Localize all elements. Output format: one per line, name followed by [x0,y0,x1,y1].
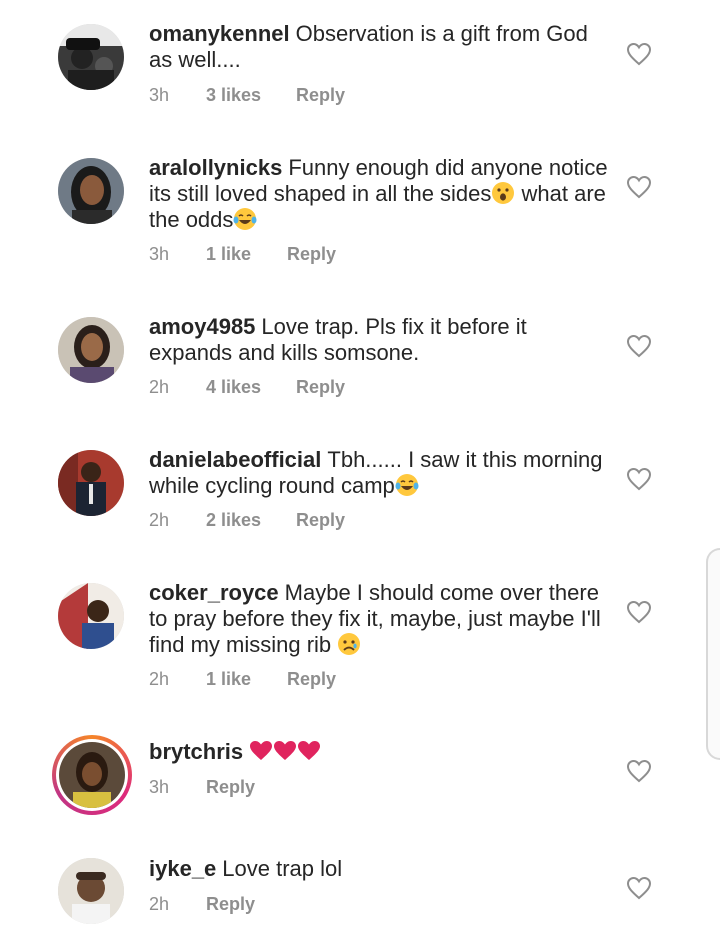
likes-count[interactable]: 1 like [206,244,287,265]
likes-count[interactable]: 1 like [206,669,287,690]
avatar[interactable] [58,317,124,383]
heart-outline-icon[interactable] [626,175,652,199]
comment-text: danielabeofficial Tbh...... I saw it this… [149,447,609,499]
comment-text: brytchris [149,739,609,765]
comment-time: 3h [149,777,170,797]
reply-button[interactable]: Reply [206,777,255,798]
avatar[interactable] [58,583,124,649]
comment-meta: 2h 2 likes Reply [149,510,345,531]
red-heart-emoji [274,741,297,760]
heart-outline-icon[interactable] [626,876,652,900]
comment-meta: 3h 3 likes Reply [149,85,345,106]
comment-time: 2h [149,377,170,397]
avatar-story-ring[interactable] [52,735,132,815]
tears-of-joy-emoji [233,208,257,230]
comment-time: 2h [149,894,170,914]
comments-list: omanykennel Observation is a gift from Go… [0,0,720,927]
comment-time: 3h [149,244,170,264]
reply-button[interactable]: Reply [296,85,345,106]
username[interactable]: brytchris [149,739,243,764]
comment-text: amoy4985 Love trap. Pls fix it before it … [149,314,609,366]
comment-text: omanykennel Observation is a gift from Go… [149,21,609,73]
reply-button[interactable]: Reply [287,244,336,265]
comment-time: 3h [149,85,170,105]
reply-button[interactable]: Reply [296,377,345,398]
comment-time: 2h [149,510,170,530]
heart-outline-icon[interactable] [626,42,652,66]
username[interactable]: iyke_e [149,856,216,881]
avatar[interactable] [58,858,124,924]
avatar[interactable] [58,158,124,224]
comment-meta: 2h Reply [149,894,255,915]
comment-meta: 2h 4 likes Reply [149,377,345,398]
username[interactable]: danielabeofficial [149,447,321,472]
reply-button[interactable]: Reply [296,510,345,531]
username[interactable]: coker_royce [149,580,279,605]
avatar[interactable] [58,24,124,90]
likes-count[interactable]: 3 likes [206,85,296,106]
comment-meta: 3h Reply [149,777,255,798]
red-heart-emoji [298,741,321,760]
sad-face-emoji [338,633,361,655]
likes-count[interactable]: 2 likes [206,510,296,531]
comment-time: 2h [149,669,170,689]
comment-text: iyke_e Love trap lol [149,856,609,882]
comment-meta: 2h 1 like Reply [149,669,336,690]
reply-button[interactable]: Reply [206,894,255,915]
heart-outline-icon[interactable] [626,467,652,491]
reply-button[interactable]: Reply [287,669,336,690]
comment-meta: 3h 1 like Reply [149,244,336,265]
comment-text: coker_royce Maybe I should come over ther… [149,580,609,658]
username[interactable]: omanykennel [149,21,290,46]
heart-outline-icon[interactable] [626,600,652,624]
tears-of-joy-emoji [395,474,419,496]
heart-outline-icon[interactable] [626,759,652,783]
username[interactable]: aralollynicks [149,155,282,180]
red-heart-emoji [250,741,273,760]
avatar[interactable] [58,450,124,516]
comment-text: aralollynicks Funny enough did anyone not… [149,155,609,233]
scroll-handle[interactable] [706,548,720,760]
likes-count[interactable]: 4 likes [206,377,296,398]
comment-body: Love trap lol [222,856,343,881]
username[interactable]: amoy4985 [149,314,255,339]
surprised-face-emoji [492,182,515,204]
heart-outline-icon[interactable] [626,334,652,358]
